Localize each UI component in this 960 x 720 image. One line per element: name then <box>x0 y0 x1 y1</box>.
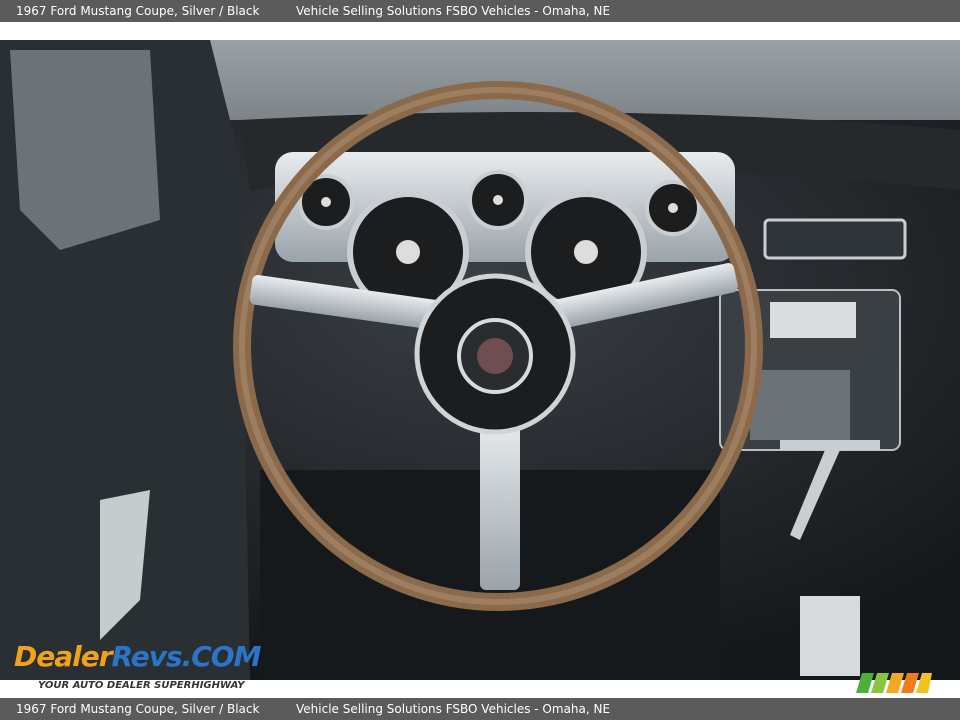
dealer-name: Vehicle Selling Solutions FSBO Vehicles … <box>296 4 611 18</box>
spoke-bottom <box>480 420 520 590</box>
logo-text-revs: Revs <box>111 640 183 673</box>
logo-text-dealer: Dealer <box>14 640 113 673</box>
interior-photo <box>0 40 960 680</box>
footer-dealer-name: Vehicle Selling Solutions FSBO Vehicles … <box>296 702 611 716</box>
gauge-small-center <box>468 170 528 230</box>
radio <box>770 302 856 338</box>
dealerrevs-logo[interactable]: DealerRevs.COM <box>14 640 262 673</box>
vehicle-title: 1967 Ford Mustang Coupe, Silver / Black <box>16 4 260 18</box>
top-caption-bar: 1967 Ford Mustang Coupe, Silver / Black … <box>0 0 960 22</box>
steering-wheel-photo <box>0 40 960 680</box>
top-margin <box>0 22 960 40</box>
air-vent <box>763 218 907 260</box>
bottom-caption-bar: 1967 Ford Mustang Coupe, Silver / Black … <box>0 698 960 720</box>
shift-indicator <box>800 596 860 676</box>
brand-stripes-icon <box>856 673 932 693</box>
side-window <box>10 50 160 250</box>
logo-tagline: YOUR AUTO DEALER SUPERHIGHWAY <box>38 680 245 691</box>
logo-text-com: .COM <box>181 640 262 673</box>
footer-vehicle-title: 1967 Ford Mustang Coupe, Silver / Black <box>16 702 260 716</box>
console-grille <box>750 370 850 440</box>
